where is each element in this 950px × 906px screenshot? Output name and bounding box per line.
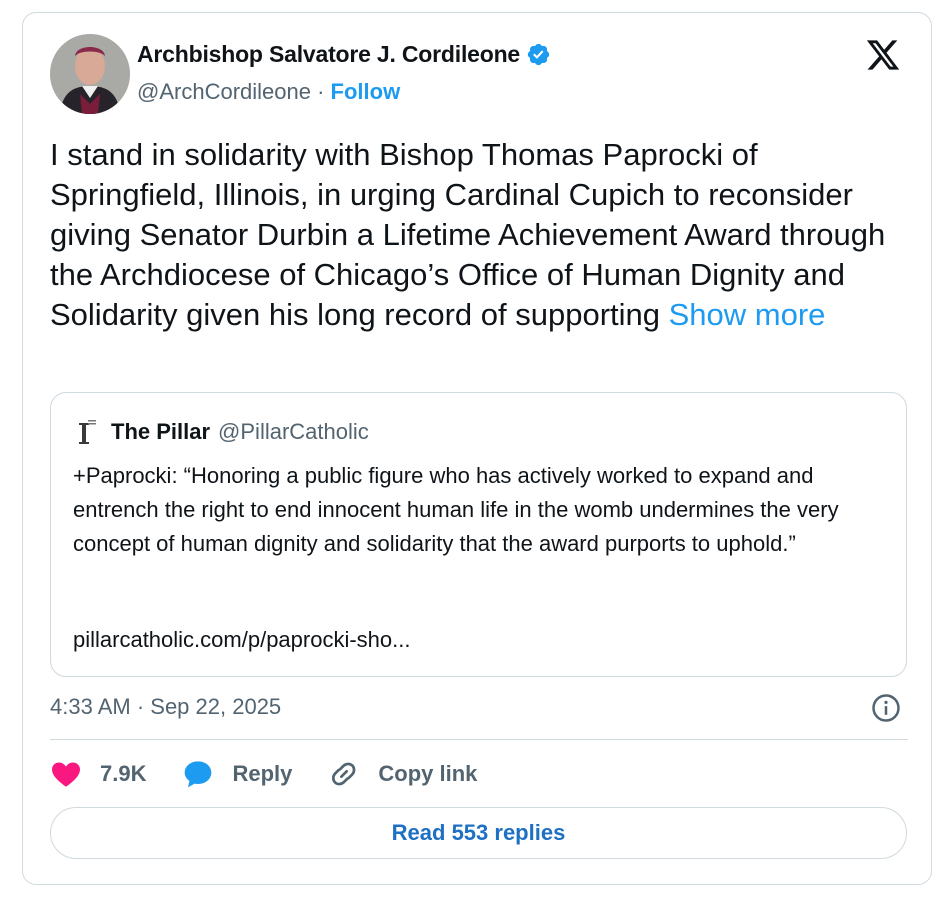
like-button[interactable]: 7.9K (50, 758, 146, 790)
reply-button[interactable]: Reply (182, 758, 292, 790)
avatar-image (50, 34, 130, 114)
copy-link-label: Copy link (378, 761, 478, 786)
author-name-row: Archbishop Salvatore J. Cordileone (137, 41, 551, 68)
quoted-author-name[interactable]: The Pillar (111, 419, 210, 445)
pillar-logo-icon (79, 420, 96, 444)
show-more-link[interactable]: Show more (669, 297, 826, 332)
heart-icon (52, 762, 80, 787)
tweet-text: I stand in solidarity with Bishop Thomas… (50, 135, 910, 335)
quoted-author-handle[interactable]: @PillarCatholic (218, 419, 369, 445)
verified-badge-icon (527, 43, 550, 66)
divider (50, 739, 908, 740)
follow-button[interactable]: Follow (331, 79, 401, 104)
tweet-card: Archbishop Salvatore J. Cordileone @Arch… (22, 12, 932, 885)
speech-bubble-icon (185, 761, 212, 788)
author-avatar[interactable] (50, 34, 130, 114)
action-bar: 7.9K Reply Copy link (50, 757, 513, 791)
copy-link-button[interactable]: Copy link (328, 758, 477, 790)
author-handle-row: @ArchCordileone · Follow (137, 79, 400, 105)
quoted-tweet-link[interactable]: pillarcatholic.com/p/paprocki-sho... (73, 627, 410, 653)
tweet-timestamp[interactable]: 4:33 AM · Sep 22, 2025 (50, 694, 281, 720)
x-logo-icon[interactable] (865, 37, 901, 73)
quoted-tweet-text: +Paprocki: “Honoring a public figure who… (73, 463, 839, 556)
handle-separator: · (310, 79, 331, 104)
author-name[interactable]: Archbishop Salvatore J. Cordileone (137, 41, 520, 68)
author-handle[interactable]: @ArchCordileone (137, 79, 311, 104)
quoted-tweet[interactable]: The Pillar @PillarCatholic +Paprocki: “H… (50, 392, 907, 677)
info-icon[interactable] (871, 693, 901, 723)
reply-label: Reply (232, 761, 293, 786)
like-count: 7.9K (100, 761, 147, 786)
link-icon (332, 762, 356, 786)
read-replies-button[interactable]: Read 553 replies (50, 807, 907, 859)
quoted-tweet-header: The Pillar @PillarCatholic (73, 419, 369, 445)
